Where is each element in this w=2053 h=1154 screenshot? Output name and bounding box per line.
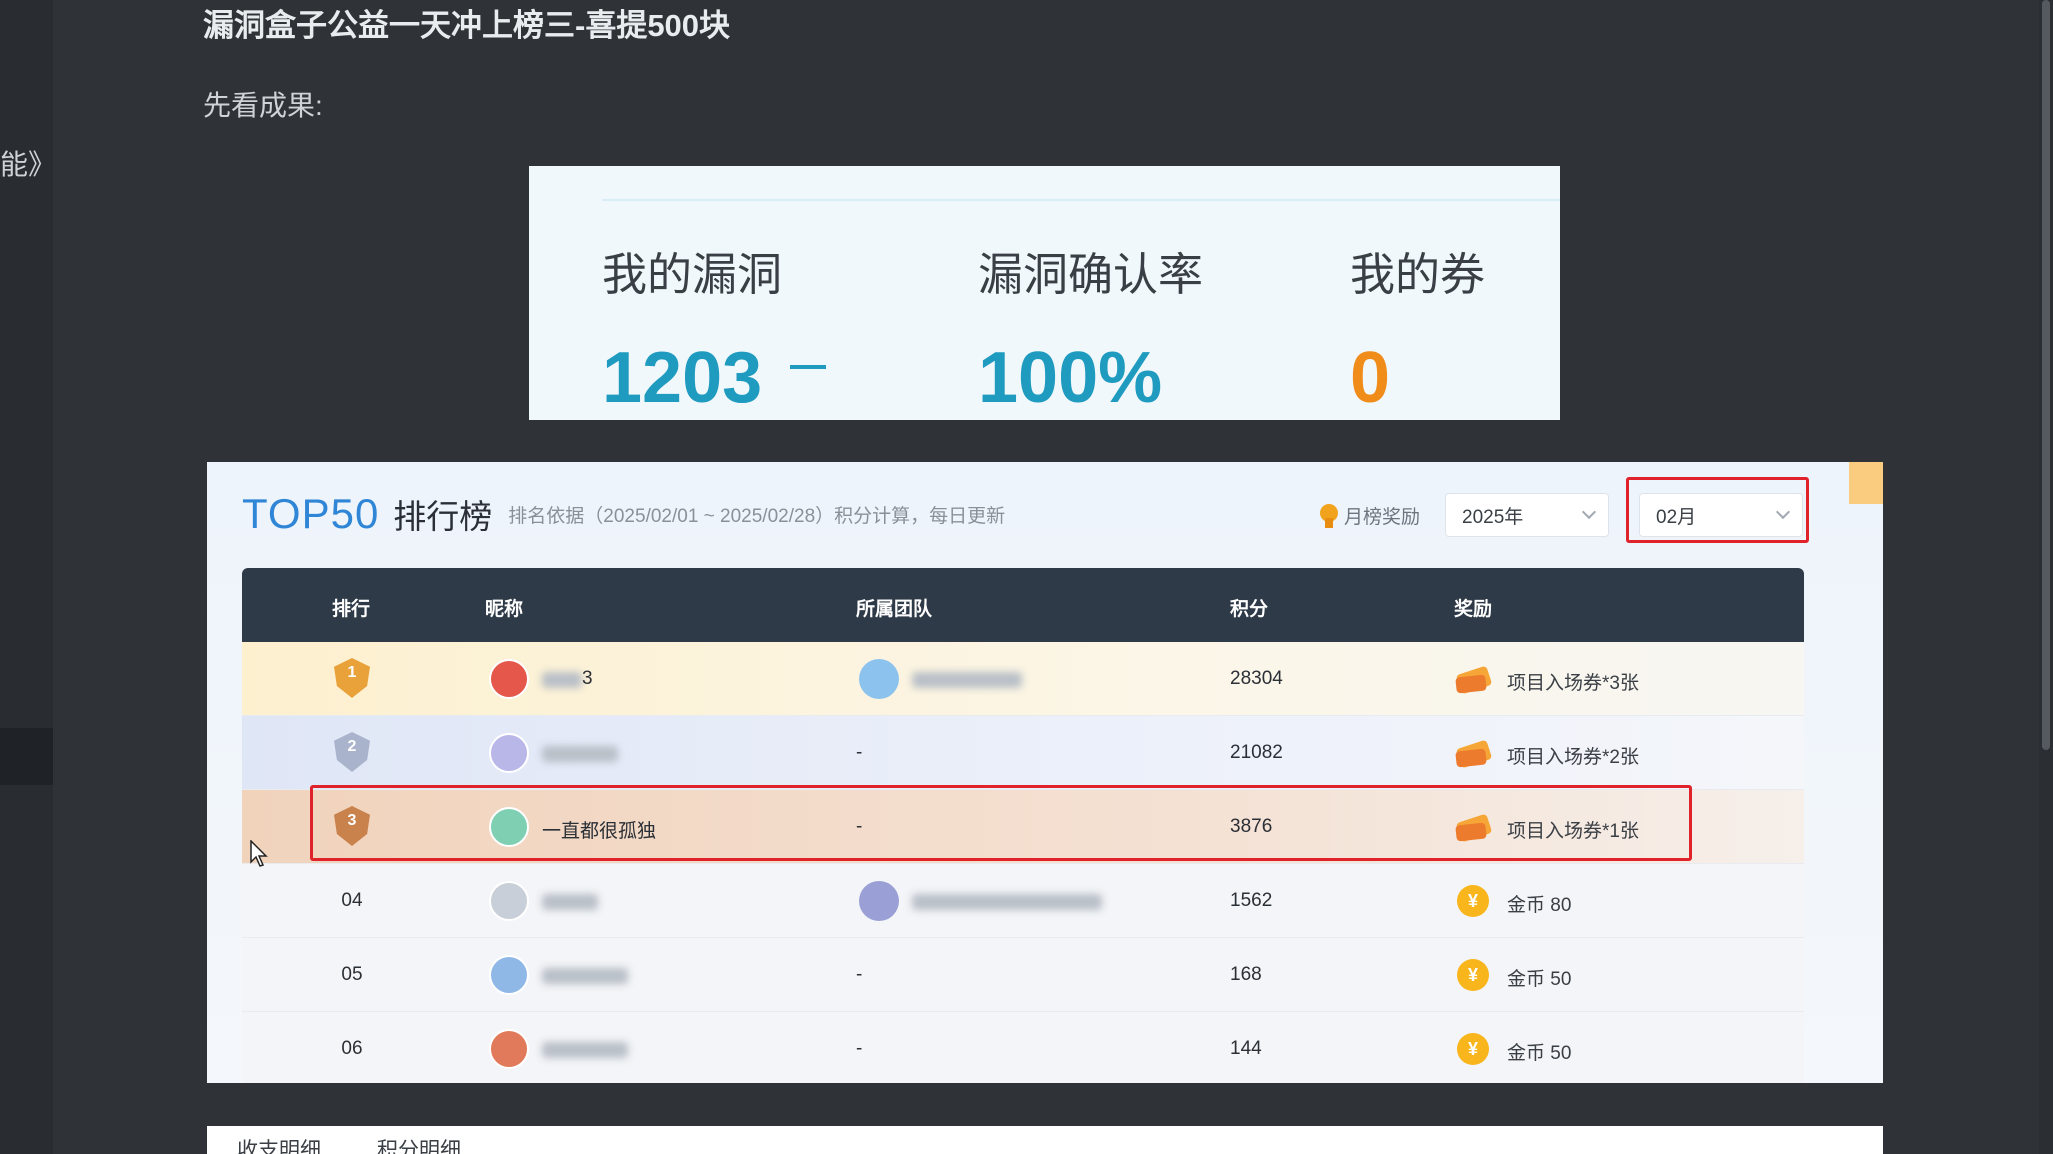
header-reward: 奖励 [1454,599,1493,620]
blurred-text [542,894,598,910]
reward: 金币 50 [1507,1043,1572,1064]
reward: 金币 50 [1507,969,1572,990]
rank: 05 [341,964,363,985]
coin-icon: ¥ [1457,885,1489,917]
left-sidebar: 能》 [0,0,56,1154]
stat-label: 我的券 [1350,249,1486,300]
score: 168 [1230,964,1262,985]
header-rank: 排行 [332,599,371,620]
reward: 金币 80 [1507,895,1572,916]
score: 21082 [1230,742,1283,763]
avatar [489,881,529,921]
scrollbar[interactable] [2039,0,2053,1154]
table-row: 1 3 28304 项目入场券*3张 [242,642,1804,716]
monthly-reward-label: 月榜奖励 [1344,507,1421,528]
monthly-reward-link[interactable]: 月榜奖励 [1320,502,1420,529]
team: - [856,964,863,985]
intro-text: 先看成果: [203,90,323,121]
stat-value: 0 [1350,338,1391,418]
stats-card-image: 我的漏洞 1203 漏洞确认率 100% 我的券 0 [529,166,1560,420]
stat-value: 100% [978,338,1163,418]
blurred-text [542,968,628,984]
header-nickname: 昵称 [485,599,524,620]
blurred-text [912,894,1102,910]
table-row: 06 - 144 ¥ 金币 50 [242,1012,1804,1083]
leaderboard-image: TOP50 排行榜 排名依据（2025/02/01 ~ 2025/02/28）积… [207,462,1883,1083]
tab-income-expense[interactable]: 收支明细 [237,1134,321,1154]
rank: 06 [341,1038,363,1059]
tab-points-detail[interactable]: 积分明细 [377,1134,461,1154]
table-header: 排行 昵称 所属团队 积分 奖励 [242,568,1804,642]
score: 28304 [1230,668,1283,689]
team-icon [859,881,899,921]
year-select-value: 2025年 [1462,506,1524,528]
coin-icon: ¥ [1457,959,1489,991]
leaderboard-header: TOP50 排行榜 排名依据（2025/02/01 ~ 2025/02/28）积… [242,490,1005,538]
mouse-cursor-icon [250,840,268,867]
medal-icon [1320,503,1338,528]
blurred-text [542,746,618,762]
stat-label: 我的漏洞 [602,249,783,300]
chevron-down-icon [1581,504,1597,520]
row-highlight-box [310,785,1692,861]
score: 1562 [1230,890,1273,911]
leaderboard-title-cn: 排行榜 [393,498,493,535]
dash-icon [790,364,827,369]
bottom-tabs: 收支明细 积分明细 [207,1126,1883,1154]
blurred-text [542,672,582,688]
stat-value: 1203 [602,337,827,419]
table-row: 05 - 168 ¥ 金币 50 [242,938,1804,1012]
leaderboard-title-en: TOP50 [242,490,380,537]
sidebar-active-item[interactable] [0,728,53,785]
nickname: 3 [582,668,593,689]
ranking-basis-text: 排名依据（2025/02/01 ~ 2025/02/28）积分计算，每日更新 [508,505,1006,527]
sidebar-fragment-text[interactable]: 能》 [0,143,56,183]
article-title: 漏洞盒子公益一天冲上榜三-喜提500块 [203,8,731,43]
team-shield-icon [859,659,899,699]
rank: 04 [341,890,363,911]
header-team: 所属团队 [856,599,933,620]
table-row: 2 - 21082 项目入场券*2张 [242,716,1804,790]
team: - [856,1038,863,1059]
stat-confirm-rate: 漏洞确认率 100% [978,238,1203,419]
scrollbar-thumb[interactable] [2042,0,2050,750]
ticket-icon [1454,664,1494,695]
blurred-text [912,672,1022,688]
header-score: 积分 [1230,599,1269,620]
stat-label: 漏洞确认率 [978,249,1204,300]
stat-my-coupons: 我的券 0 [1350,238,1485,419]
score: 144 [1230,1038,1262,1059]
coin-icon: ¥ [1457,1033,1489,1065]
avatar [489,955,529,995]
team: - [856,742,863,763]
ticket-icon [1454,738,1494,769]
stat-my-vulns: 我的漏洞 1203 [602,238,827,419]
year-select[interactable]: 2025年 [1445,493,1609,537]
reward: 项目入场券*3张 [1507,673,1639,694]
month-highlight-box [1626,477,1809,543]
avatar [489,733,529,773]
avatar [489,659,529,699]
gold-medal-icon: 1 [328,656,376,702]
divider [602,199,1560,201]
table-row: 04 1562 ¥ 金币 80 [242,864,1804,938]
corner-decoration [1849,462,1883,504]
blurred-text [542,1042,628,1058]
silver-medal-icon: 2 [328,730,376,776]
reward: 项目入场券*2张 [1507,747,1639,768]
avatar [489,1029,529,1069]
